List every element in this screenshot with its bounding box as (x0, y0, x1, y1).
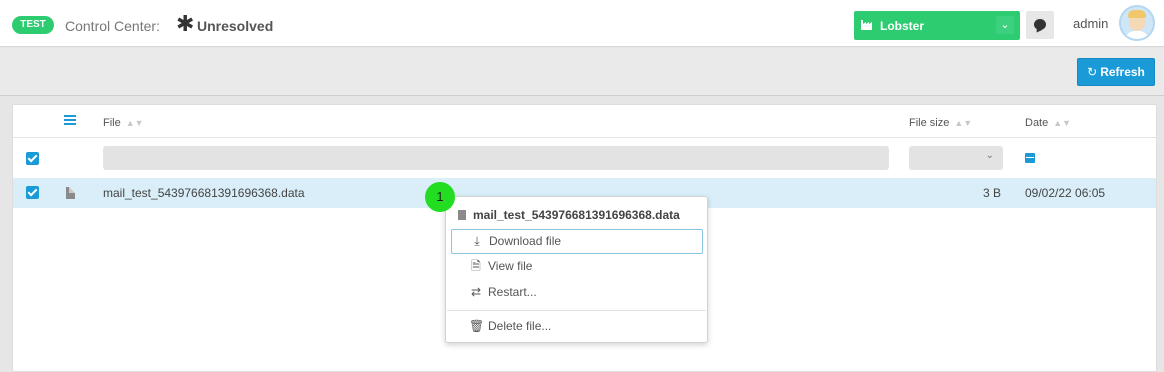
column-menu-icon[interactable] (64, 115, 76, 125)
retweet-icon: ⇄ (470, 285, 482, 299)
trash-icon: 🗑 (469, 319, 485, 333)
context-menu-title: mail_test_543976681391696368.data (458, 208, 680, 222)
menu-divider (447, 310, 706, 311)
toolbar: ↻ Refresh (0, 48, 1164, 96)
context-menu-title-label: mail_test_543976681391696368.data (473, 208, 680, 222)
filter-row: ⌄ (13, 139, 1156, 179)
download-file-label: Download file (489, 234, 562, 248)
factory-icon (861, 20, 872, 30)
environment-badge: TEST (12, 16, 54, 34)
select-all-checkbox[interactable] (26, 152, 39, 165)
file-size-cell: 3 B (983, 186, 1002, 200)
download-file-menu-item[interactable]: ⤓ Download file (451, 229, 703, 254)
view-file-label: View file (488, 259, 533, 273)
refresh-label: Refresh (1100, 65, 1145, 79)
chevron-down-icon: ⌄ (985, 150, 994, 161)
file-name-cell[interactable]: mail_test_543976681391696368.data (103, 186, 305, 200)
avatar-body (1125, 31, 1149, 39)
context-menu: mail_test_543976681391696368.data ⤓ Down… (445, 196, 708, 343)
sort-icon: ▲▼ (954, 118, 973, 128)
chat-icon (1034, 19, 1046, 30)
calendar-icon[interactable] (1025, 153, 1035, 163)
status-label: Unresolved (197, 18, 274, 34)
file-filter-input[interactable] (103, 146, 889, 170)
sort-icon: ▲▼ (125, 118, 144, 128)
restart-menu-item[interactable]: ⇄ Restart... (451, 281, 703, 306)
control-center-label: Control Center: (65, 18, 160, 34)
column-header-file-size[interactable]: File size ▲▼ (909, 117, 972, 129)
view-file-menu-item[interactable]: 🗎 View file (451, 255, 703, 280)
chat-button[interactable] (1026, 11, 1054, 39)
file-icon (66, 187, 75, 199)
column-header-file-size-label: File size (909, 117, 950, 129)
environment-select-label: Lobster (880, 19, 925, 33)
date-cell: 09/02/22 06:05 (1025, 186, 1106, 200)
refresh-button[interactable]: ↻ Refresh (1077, 58, 1155, 86)
file-icon (458, 210, 466, 220)
file-icon: 🗎 (471, 259, 481, 273)
avatar-hair (1128, 10, 1146, 18)
status-icon: ✱ (176, 11, 195, 36)
sort-icon: ▲▼ (1053, 118, 1072, 128)
user-name[interactable]: admin (1073, 16, 1108, 31)
step-badge: 1 (425, 182, 455, 212)
delete-file-menu-item[interactable]: 🗑 Delete file... (451, 315, 703, 340)
top-bar: TEST Control Center: ✱ Unresolved Lobste… (0, 0, 1164, 47)
environment-select[interactable]: Lobster ⌄ (854, 11, 1020, 40)
chevron-down-icon: ⌄ (996, 16, 1014, 34)
row-checkbox[interactable] (26, 186, 39, 199)
column-header-date-label: Date (1025, 117, 1049, 129)
column-header-file[interactable]: File ▲▼ (103, 117, 144, 129)
download-icon: ⤓ (474, 234, 480, 248)
avatar[interactable] (1119, 5, 1155, 41)
column-header-file-label: File (103, 117, 121, 129)
restart-label: Restart... (488, 285, 537, 299)
refresh-icon: ↻ (1087, 65, 1098, 79)
table-header: File ▲▼ File size ▲▼ Date ▲▼ (13, 105, 1156, 138)
file-size-filter-select[interactable]: ⌄ (909, 146, 1003, 170)
column-header-date[interactable]: Date ▲▼ (1025, 117, 1071, 129)
delete-file-label: Delete file... (488, 319, 552, 333)
